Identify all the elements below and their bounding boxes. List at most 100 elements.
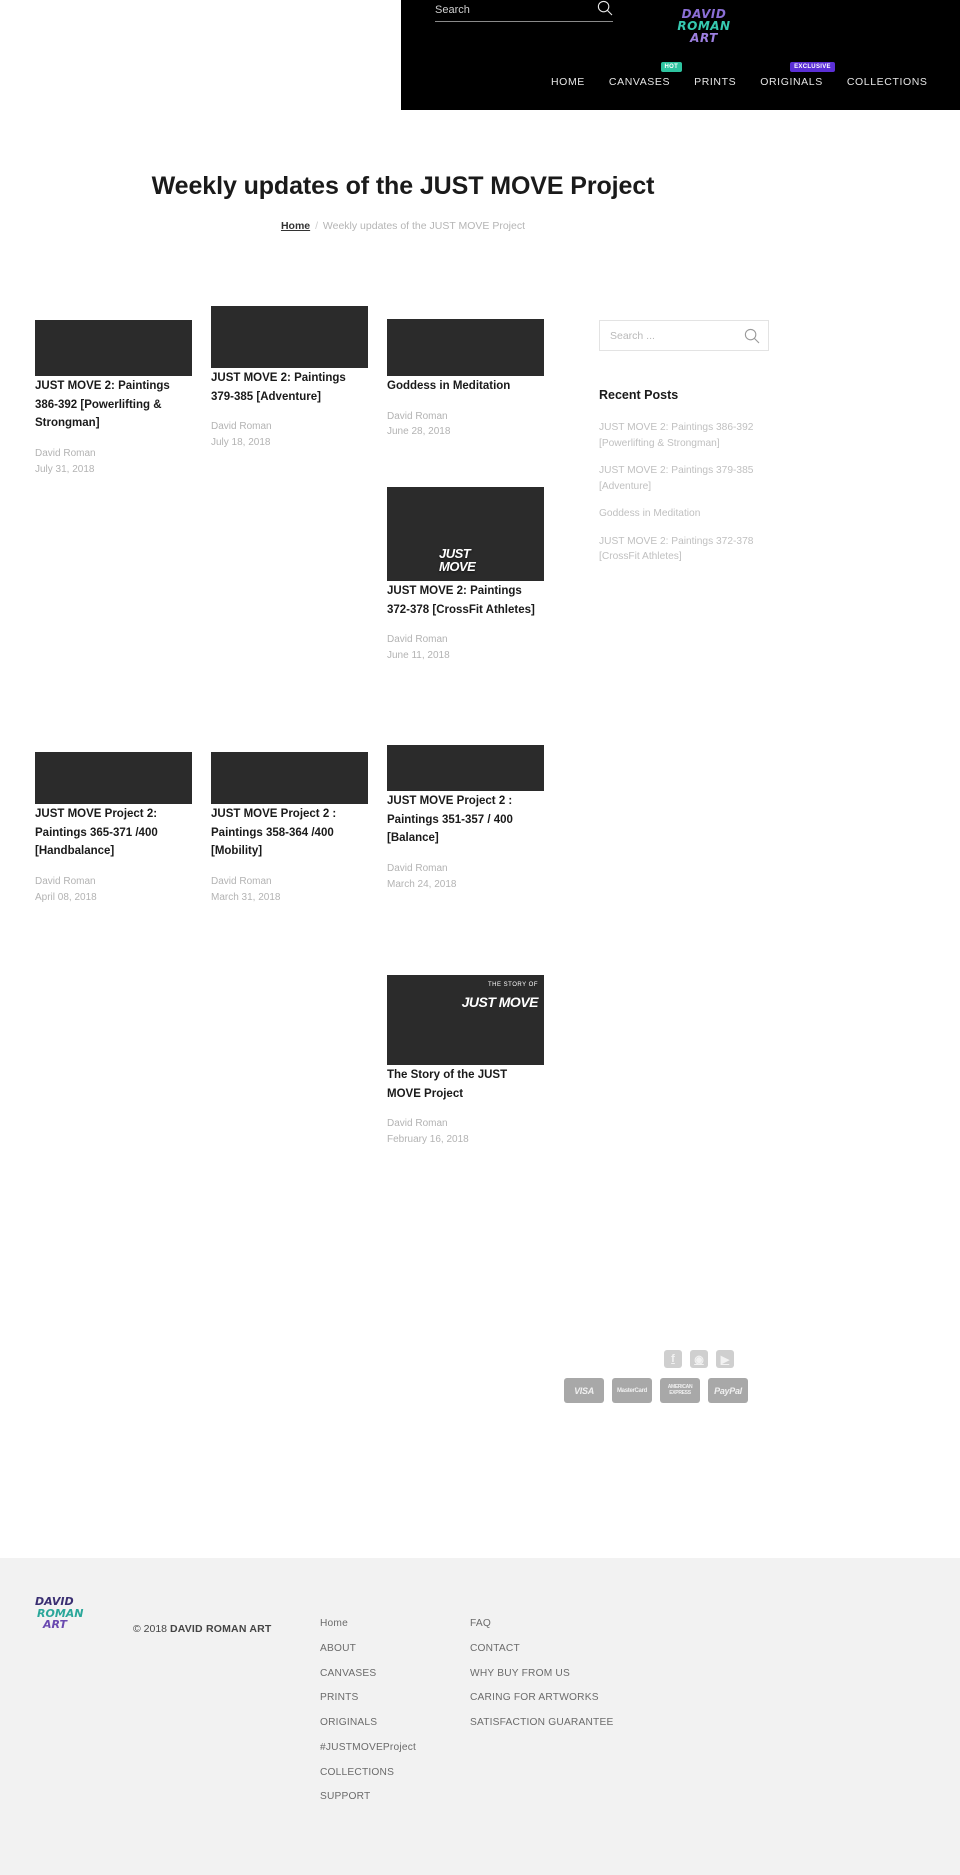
footer-links-primary: Home ABOUT CANVASES PRINTS ORIGINALS #JU…: [320, 1617, 460, 1815]
footer-link-caring-for-artworks[interactable]: CARING FOR ARTWORKS: [470, 1691, 620, 1705]
post-thumbnail[interactable]: [35, 320, 192, 376]
footer-links-secondary: FAQ CONTACT WHY BUY FROM US CARING FOR A…: [470, 1617, 620, 1741]
footer-link-canvases[interactable]: CANVASES: [320, 1667, 460, 1681]
footer-link-support[interactable]: SUPPORT: [320, 1790, 460, 1804]
post-author: David Roman: [211, 876, 272, 888]
post-title[interactable]: Goddess in Meditation: [387, 380, 510, 392]
post-title[interactable]: JUST MOVE Project 2: Paintings 365-371 /…: [35, 808, 158, 857]
main-navigation: HOME CANVASES HOT PRINTS ORIGINALS EXCLU…: [551, 62, 928, 88]
post-card[interactable]: THE STORY OF JUST MOVE The Story of the …: [387, 975, 544, 1147]
sidebar-search-input[interactable]: [600, 321, 768, 350]
post-meta: David Roman April 08, 2018: [35, 874, 192, 905]
footer-logo-line1: DAVID: [35, 1595, 74, 1608]
post-card[interactable]: JUST MOVE JUST MOVE 2: Paintings 372-378 …: [387, 487, 544, 663]
nav-item-collections[interactable]: COLLECTIONS: [847, 76, 928, 88]
post-meta: David Roman July 18, 2018: [211, 419, 368, 450]
post-title[interactable]: JUST MOVE 2: Paintings 372-378 [CrossFit…: [387, 585, 535, 616]
post-title[interactable]: JUST MOVE 2: Paintings 379-385 [Adventur…: [211, 372, 346, 403]
breadcrumb-home[interactable]: Home: [281, 220, 310, 232]
post-author: David Roman: [387, 634, 448, 646]
site-header: DAVID ROMAN ART HOME CANVASES HOT PRINTS…: [401, 0, 960, 110]
post-date: June 28, 2018: [387, 426, 451, 438]
footer-logo[interactable]: DAVID ROMAN ART: [35, 1596, 93, 1631]
header-search: [435, 0, 613, 22]
post-card[interactable]: Goddess in Meditation David Roman June 2…: [387, 319, 544, 440]
payment-methods: VISA MasterCard AMERICAN EXPRESS PayPal: [564, 1378, 748, 1403]
post-thumbnail[interactable]: [387, 745, 544, 791]
social-links: f ◉ ▶: [664, 1350, 734, 1368]
post-card[interactable]: JUST MOVE Project 2 : Paintings 358-364 …: [211, 752, 368, 905]
post-card[interactable]: JUST MOVE Project 2 : Paintings 351-357 …: [387, 745, 544, 892]
footer-logo-line3: ART: [43, 1618, 67, 1632]
post-meta: David Roman February 16, 2018: [387, 1116, 544, 1147]
post-date: July 18, 2018: [211, 436, 271, 448]
post-thumbnail[interactable]: [35, 752, 192, 804]
nav-item-home[interactable]: HOME: [551, 76, 585, 88]
post-author: David Roman: [211, 421, 272, 433]
post-title[interactable]: JUST MOVE Project 2 : Paintings 358-364 …: [211, 808, 336, 857]
nav-item-originals[interactable]: ORIGINALS EXCLUSIVE: [760, 62, 835, 88]
story-overlay-title: JUST MOVE: [461, 993, 539, 1010]
nav-label: COLLECTIONS: [846, 76, 928, 88]
post-date: July 31, 2018: [35, 463, 95, 475]
post-meta: David Roman June 11, 2018: [387, 632, 544, 663]
post-meta: David Roman March 31, 2018: [211, 874, 368, 905]
paypal-logo: PayPal: [708, 1378, 748, 1403]
post-date: March 31, 2018: [211, 891, 281, 903]
nav-item-canvases[interactable]: CANVASES HOT: [608, 62, 683, 88]
post-thumbnail[interactable]: [211, 752, 368, 804]
search-input[interactable]: [435, 2, 613, 22]
post-title[interactable]: The Story of the JUST MOVE Project: [387, 1069, 507, 1100]
page-title: Weekly updates of the JUST MOVE Project: [151, 172, 655, 200]
recent-post-link[interactable]: JUST MOVE 2: Paintings 386-392 [Powerlif…: [599, 420, 769, 451]
nav-item-prints[interactable]: PRINTS: [694, 76, 736, 88]
footer-link-about[interactable]: ABOUT: [320, 1642, 460, 1656]
post-date: June 11, 2018: [387, 649, 450, 661]
post-card[interactable]: JUST MOVE 2: Paintings 386-392 [Powerlif…: [35, 320, 192, 477]
post-meta: David Roman March 24, 2018: [387, 861, 544, 892]
post-meta: David Roman July 31, 2018: [35, 446, 192, 477]
post-title[interactable]: JUST MOVE 2: Paintings 386-392 [Powerlif…: [35, 380, 170, 429]
post-card[interactable]: JUST MOVE 2: Paintings 379-385 [Adventur…: [211, 306, 368, 450]
footer-link-home[interactable]: Home: [320, 1617, 460, 1631]
post-thumbnail[interactable]: [387, 319, 544, 376]
breadcrumb-separator: /: [315, 220, 318, 232]
footer-link-contact[interactable]: CONTACT: [470, 1642, 620, 1656]
badge-exclusive: EXCLUSIVE: [790, 62, 835, 72]
recent-post-link[interactable]: JUST MOVE 2: Paintings 379-385 [Adventur…: [599, 463, 769, 494]
copyright: © 2018 DAVID ROMAN ART: [133, 1623, 272, 1635]
amex-logo: AMERICAN EXPRESS: [660, 1378, 700, 1403]
facebook-icon[interactable]: f: [664, 1350, 682, 1368]
nav-label: PRINTS: [694, 76, 737, 88]
nav-label: CANVASES: [608, 76, 671, 88]
post-author: David Roman: [35, 876, 96, 888]
post-thumbnail[interactable]: JUST MOVE: [387, 487, 544, 581]
post-card[interactable]: JUST MOVE Project 2: Paintings 365-371 /…: [35, 752, 192, 905]
post-thumbnail[interactable]: THE STORY OF JUST MOVE: [387, 975, 544, 1065]
footer-link-why-buy-from-us[interactable]: WHY BUY FROM US: [470, 1667, 620, 1681]
post-author: David Roman: [387, 410, 448, 422]
youtube-icon[interactable]: ▶: [716, 1350, 734, 1368]
footer-link-satisfaction-guarantee[interactable]: SATISFACTION GUARANTEE: [470, 1716, 620, 1730]
search-icon[interactable]: [597, 0, 613, 16]
breadcrumb-current: Weekly updates of the JUST MOVE Project: [322, 220, 526, 232]
footer-link-justmoveproject[interactable]: #JUSTMOVEProject: [320, 1741, 460, 1755]
footer-link-originals[interactable]: ORIGINALS: [320, 1716, 460, 1730]
post-date: February 16, 2018: [387, 1133, 469, 1145]
post-author: David Roman: [387, 863, 448, 875]
footer-link-collections[interactable]: COLLECTIONS: [320, 1766, 460, 1780]
post-author: David Roman: [35, 448, 96, 460]
copyright-brand: DAVID ROMAN ART: [169, 1623, 272, 1635]
recent-post-link[interactable]: JUST MOVE 2: Paintings 372-378 [CrossFit…: [599, 534, 769, 565]
footer-link-prints[interactable]: PRINTS: [320, 1691, 460, 1705]
sidebar-search: [599, 320, 769, 351]
mastercard-logo: MasterCard: [612, 1378, 652, 1403]
post-thumbnail[interactable]: [211, 306, 368, 368]
post-title[interactable]: JUST MOVE Project 2 : Paintings 351-357 …: [387, 795, 513, 844]
recent-post-link[interactable]: Goddess in Meditation: [599, 506, 769, 522]
footer-link-faq[interactable]: FAQ: [470, 1617, 620, 1631]
post-meta: David Roman June 28, 2018: [387, 409, 544, 440]
instagram-icon[interactable]: ◉: [690, 1350, 708, 1368]
brand-logo[interactable]: DAVID ROMAN ART: [673, 8, 735, 54]
sidebar-search-icon[interactable]: [744, 328, 760, 344]
